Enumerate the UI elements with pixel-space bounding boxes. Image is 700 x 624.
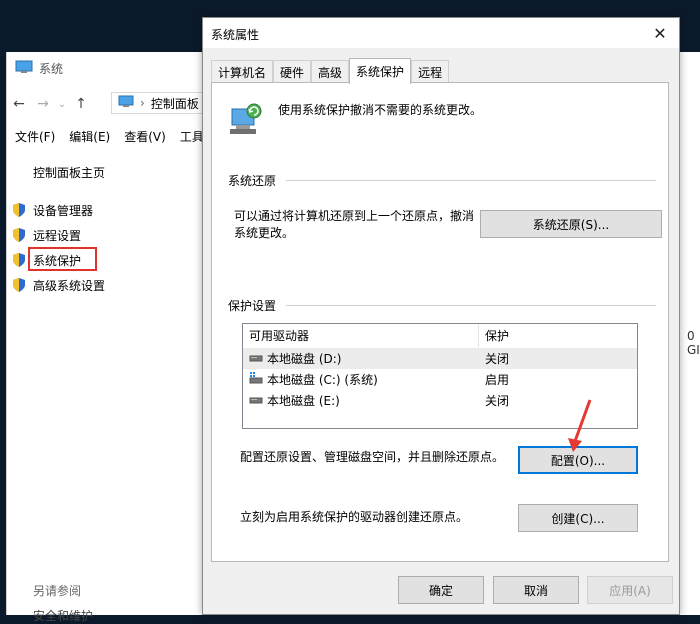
ok-button[interactable]: 确定: [398, 576, 484, 604]
tab-computer-name[interactable]: 计算机名: [211, 60, 274, 83]
forward-arrow-icon[interactable]: →: [31, 96, 55, 112]
column-header-drive[interactable]: 可用驱动器: [243, 324, 479, 347]
nav-item-advanced-settings[interactable]: 高级系统设置: [11, 275, 105, 295]
security-maintenance-link[interactable]: 安全和维护: [33, 607, 93, 624]
annotation-arrow: [568, 399, 592, 452]
drive-status: 启用: [485, 373, 510, 387]
close-icon[interactable]: ✕: [649, 22, 671, 44]
chevron-right-icon: ›: [140, 96, 145, 110]
button-label: 应用(A): [609, 583, 651, 598]
tab-remote[interactable]: 远程: [411, 60, 450, 83]
button-label: 创建(C)...: [551, 511, 605, 526]
drive-list-header: 可用驱动器 保护: [243, 324, 637, 347]
button-label: 取消: [523, 583, 548, 598]
tab-system-protection[interactable]: 系统保护: [349, 58, 412, 84]
drive-name: 本地磁盘 (E:): [267, 394, 340, 408]
group-label-text: 保护设置: [228, 299, 277, 313]
up-arrow-icon[interactable]: ↑: [69, 96, 93, 112]
tab-strip: 计算机名 硬件 高级 系统保护 远程: [211, 58, 450, 84]
drive-row-c[interactable]: 本地磁盘 (C:) (系统) 启用: [243, 369, 637, 390]
nav-label: 远程设置: [33, 228, 82, 243]
shield-icon: [13, 278, 25, 292]
button-label: 配置(O)...: [550, 453, 606, 468]
dropdown-icon[interactable]: ⌄: [55, 99, 69, 110]
computer-icon: [118, 95, 134, 111]
column-header-protection[interactable]: 保护: [479, 324, 637, 347]
configure-description: 配置还原设置、管理磁盘空间，并且删除还原点。: [240, 450, 505, 464]
nav-item-device-manager[interactable]: 设备管理器: [11, 200, 93, 220]
system-protection-panel: 使用系统保护撤消不需要的系统更改。 系统还原 可以通过将计算机还原到上一个还原点…: [211, 82, 669, 562]
cancel-button[interactable]: 取消: [493, 576, 579, 604]
intro-text: 使用系统保护撤消不需要的系统更改。: [278, 103, 483, 117]
create-description: 立刻为启用系统保护的驱动器创建还原点。: [240, 510, 469, 524]
clipped-text: 0 GI: [687, 329, 700, 357]
button-label: 系统还原(S)...: [532, 217, 610, 232]
protection-settings-group: 保护设置: [228, 297, 656, 314]
drive-status: 关闭: [485, 352, 510, 366]
window-title-text: 系统: [39, 61, 64, 76]
create-button[interactable]: 创建(C)...: [518, 504, 638, 532]
address-path: 控制面板: [150, 96, 199, 111]
system-drive-icon: [249, 372, 263, 387]
drive-icon: [249, 394, 263, 408]
shield-icon: [13, 203, 25, 217]
drive-name: 本地磁盘 (C:) (系统): [267, 373, 378, 387]
menu-view[interactable]: 查看(V): [124, 128, 166, 145]
system-restore-group: 系统还原: [228, 172, 656, 189]
button-label: 确定: [428, 583, 453, 598]
shield-icon: [13, 253, 25, 267]
monitor-icon: [15, 60, 33, 77]
see-also-heading: 另请参阅: [33, 584, 82, 598]
menu-tools[interactable]: 工具: [180, 128, 204, 145]
highlight-annotation-box: [28, 247, 97, 271]
drive-status: 关闭: [485, 394, 510, 408]
dialog-title: 系统属性: [211, 28, 260, 42]
drive-row-d[interactable]: 本地磁盘 (D:) 关闭: [243, 348, 637, 369]
tab-advanced[interactable]: 高级: [311, 60, 350, 83]
back-arrow-icon[interactable]: ←: [7, 96, 31, 112]
system-properties-dialog: 系统属性 ✕ 计算机名 硬件 高级 系统保护 远程 使用系统保护撤消不需要的系统…: [202, 17, 680, 615]
system-protection-icon: [228, 101, 264, 137]
dialog-titlebar: 系统属性 ✕: [203, 18, 679, 48]
drive-name: 本地磁盘 (D:): [267, 352, 342, 366]
apply-button[interactable]: 应用(A): [587, 576, 673, 604]
menu-bar: 文件(F) 编辑(E) 查看(V) 工具: [15, 128, 218, 145]
divider: [286, 305, 656, 306]
nav-item-remote-settings[interactable]: 远程设置: [11, 225, 81, 245]
restore-description: 可以通过将计算机还原到上一个还原点，撤消系统更改。: [234, 209, 475, 240]
menu-file[interactable]: 文件(F): [15, 128, 55, 145]
group-label-text: 系统还原: [228, 174, 277, 188]
system-window-title: 系统: [15, 60, 63, 76]
system-restore-button[interactable]: 系统还原(S)...: [480, 210, 662, 238]
divider: [286, 180, 656, 181]
nav-label: 高级系统设置: [33, 278, 106, 293]
control-panel-home-link[interactable]: 控制面板主页: [33, 164, 105, 181]
menu-edit[interactable]: 编辑(E): [69, 128, 110, 145]
drive-icon: [249, 352, 263, 366]
tab-hardware[interactable]: 硬件: [273, 60, 312, 83]
shield-icon: [13, 228, 25, 242]
nav-label: 设备管理器: [33, 203, 94, 218]
